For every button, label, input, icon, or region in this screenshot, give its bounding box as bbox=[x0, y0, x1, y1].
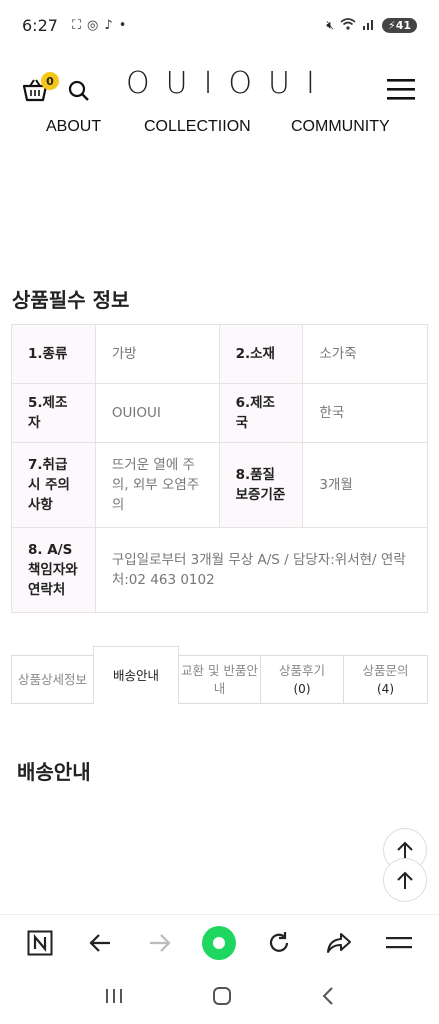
tab-label: 상품상세정보 bbox=[17, 671, 87, 687]
dot-icon: • bbox=[118, 17, 127, 33]
home-icon[interactable] bbox=[212, 986, 232, 1010]
battery-level: 41 bbox=[395, 18, 411, 32]
tab-label: 배송안내 bbox=[112, 667, 159, 683]
table-key: 8. A/S 책임자와 연락처 bbox=[11, 527, 96, 613]
screenshot-icon: ⛶ bbox=[71, 17, 82, 33]
status-time: 6:27 bbox=[22, 15, 58, 35]
battery-icon: ⚡41 bbox=[381, 17, 417, 33]
site-logo[interactable]: OUIOUI bbox=[126, 66, 331, 101]
tab-delivery[interactable]: 배송안내 bbox=[93, 646, 179, 704]
table-key: 6.제조국 bbox=[218, 383, 304, 443]
back-arrow-icon[interactable] bbox=[80, 923, 120, 963]
share-icon[interactable] bbox=[319, 923, 359, 963]
nav-about[interactable]: ABOUT bbox=[46, 118, 101, 136]
table-row: 8. A/S 책임자와 연락처 구입일로부터 3개월 무상 A/S / 담당자:… bbox=[11, 527, 429, 613]
table-value: 가방 bbox=[94, 324, 220, 384]
table-row: 1.종류 가방 2.소재 소가죽 bbox=[11, 324, 428, 384]
product-info-table: 1.종류 가방 2.소재 소가죽 5.제조자 OUIOUI 6.제조국 한국 7… bbox=[11, 324, 429, 613]
status-bar: 6:27 ⛶ ◎ ♪ • 🔇︎ ⚡41 bbox=[0, 0, 439, 50]
table-key: 7.취급시 주의사항 bbox=[11, 442, 96, 528]
tab-inquiries[interactable]: 상품문의 (4) bbox=[343, 655, 428, 704]
tab-count: (0) bbox=[293, 681, 311, 696]
tab-label: 교환 및 반품안내 bbox=[181, 662, 258, 696]
home-green-icon[interactable] bbox=[199, 923, 239, 963]
cart-count-badge: 0 bbox=[41, 72, 59, 90]
tab-exchange-return[interactable]: 교환 및 반품안내 bbox=[178, 655, 261, 704]
mute-icon: 🔇︎ bbox=[326, 17, 334, 32]
delivery-title: 배송안내 bbox=[17, 760, 91, 784]
product-info-title: 상품필수 정보 bbox=[12, 288, 130, 312]
table-row: 5.제조자 OUIOUI 6.제조국 한국 bbox=[11, 383, 428, 443]
scroll-top-button[interactable] bbox=[383, 858, 427, 902]
nav-collection[interactable]: COLLECTIION bbox=[144, 118, 251, 136]
search-icon[interactable] bbox=[68, 80, 90, 106]
nav-community[interactable]: COMMUNITY bbox=[291, 118, 390, 136]
table-key: 5.제조자 bbox=[11, 383, 96, 443]
system-icons: 🔇︎ ⚡41 bbox=[326, 17, 417, 33]
site-header: 0 OUIOUI bbox=[0, 60, 439, 120]
forward-arrow-icon[interactable] bbox=[140, 923, 180, 963]
notification-icon: ♪ bbox=[104, 17, 113, 33]
table-value: 구입일로부터 3개월 무상 A/S / 담당자:위서현/ 연락처:02 463 … bbox=[94, 527, 429, 613]
tab-label: 상품문의 bbox=[362, 662, 409, 678]
notification-icons: ⛶ ◎ ♪ • bbox=[72, 18, 126, 33]
table-value: 한국 bbox=[302, 383, 428, 443]
table-value: 3개월 bbox=[302, 442, 428, 528]
menu-icon[interactable] bbox=[379, 923, 419, 963]
tab-label: 상품후기 bbox=[278, 662, 325, 678]
arrow-up-icon bbox=[397, 871, 413, 889]
table-value: OUIOUI bbox=[94, 383, 220, 443]
table-row: 7.취급시 주의사항 뜨거운 열에 주의, 외부 오염주의 8.품질보증기준 3… bbox=[11, 442, 428, 528]
table-key: 1.종류 bbox=[11, 324, 96, 384]
table-key: 8.품질보증기준 bbox=[218, 442, 304, 528]
product-tabs: 상품상세정보 배송안내 교환 및 반품안내 상품후기 (0) 상품문의 (4) bbox=[11, 646, 428, 704]
wifi-icon bbox=[340, 17, 356, 33]
arrow-up-icon bbox=[397, 841, 413, 859]
refresh-icon[interactable] bbox=[259, 923, 299, 963]
naver-icon[interactable] bbox=[20, 923, 60, 963]
recent-apps-icon[interactable] bbox=[104, 987, 124, 1009]
tab-reviews[interactable]: 상품후기 (0) bbox=[260, 655, 344, 704]
tab-product-detail[interactable]: 상품상세정보 bbox=[11, 655, 94, 704]
table-value: 소가죽 bbox=[302, 324, 428, 384]
tab-count: (4) bbox=[377, 681, 394, 696]
table-key: 2.소재 bbox=[218, 324, 304, 384]
instagram-icon: ◎ bbox=[87, 17, 99, 33]
hamburger-menu-icon[interactable] bbox=[387, 78, 415, 104]
system-navigation bbox=[0, 972, 439, 1024]
back-icon[interactable] bbox=[321, 986, 335, 1010]
signal-icon bbox=[362, 18, 376, 33]
table-value: 뜨거운 열에 주의, 외부 오염주의 bbox=[94, 442, 220, 528]
browser-toolbar bbox=[0, 914, 439, 970]
